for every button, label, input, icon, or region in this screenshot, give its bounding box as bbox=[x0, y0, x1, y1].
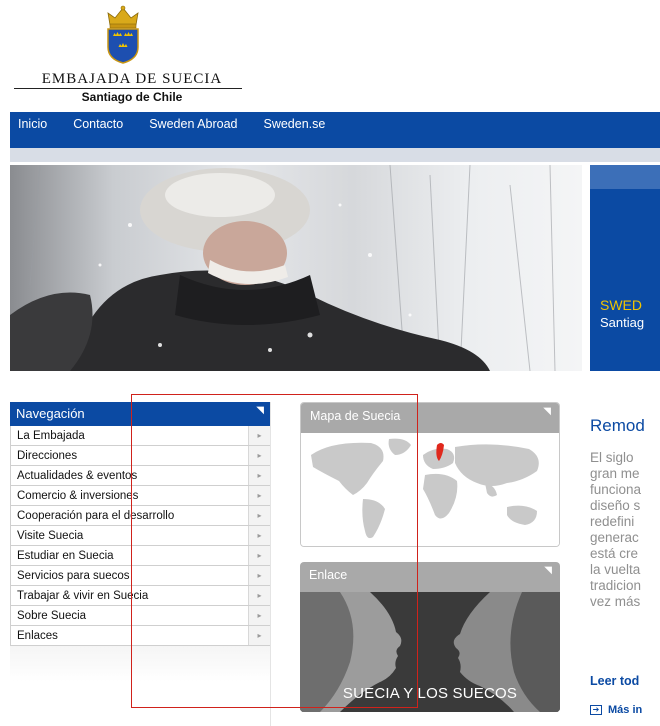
leftnav-item-label: Cooperación para el desarrollo bbox=[17, 509, 175, 522]
article-line: está cre bbox=[590, 546, 639, 561]
logo-divider bbox=[14, 88, 242, 89]
article-line: tradicion bbox=[590, 578, 642, 593]
hero-panel-title: SWED bbox=[600, 297, 642, 313]
article-line: redefini bbox=[590, 514, 635, 529]
article-line: gran me bbox=[590, 466, 640, 481]
logo-title: EMBAJADA DE SUECIA bbox=[41, 71, 223, 87]
chevron-right-icon[interactable]: ▸ bbox=[248, 446, 270, 465]
chevron-right-icon[interactable]: ▸ bbox=[248, 506, 270, 525]
article-line: El siglo bbox=[590, 450, 634, 465]
leftnav-item-cooperacion[interactable]: Cooperación para el desarrollo ▸ bbox=[11, 506, 270, 526]
corner-icon: ◥ bbox=[543, 406, 551, 417]
logo-subtitle: Santiago de Chile bbox=[81, 90, 183, 104]
leftnav-item-label: Visite Suecia bbox=[17, 529, 84, 542]
map-of-sweden-widget[interactable]: Mapa de Suecia ◥ bbox=[300, 402, 560, 547]
leftnav-item-label: Comercio & inversiones bbox=[17, 489, 139, 502]
article-line: vez más bbox=[590, 594, 641, 609]
hero-panel-topbar bbox=[590, 165, 660, 189]
leftnav-item-label: La Embajada bbox=[17, 429, 85, 442]
leftnav-item-direcciones[interactable]: Direcciones ▸ bbox=[11, 446, 270, 466]
embassy-logo[interactable]: EMBAJADA DE SUECIA Santiago de Chile bbox=[10, 5, 242, 105]
topnav-link-contacto[interactable]: Contacto bbox=[65, 117, 123, 131]
link-widget[interactable]: Enlace ◥ SUECIA Y LOS SUECOS bbox=[300, 562, 560, 712]
read-more-link[interactable]: Leer tod bbox=[590, 674, 639, 688]
leftnav-item-label: Enlaces bbox=[17, 629, 58, 642]
leftnav-item-trabajar[interactable]: Trabajar & vivir en Suecia ▸ bbox=[11, 586, 270, 606]
leftnav-item-label: Estudiar en Suecia bbox=[17, 549, 114, 562]
leftnav-item-actualidades[interactable]: Actualidades & eventos ▸ bbox=[11, 466, 270, 486]
leftnav-item-label: Trabajar & vivir en Suecia bbox=[17, 589, 149, 602]
leftnav-item-comercio[interactable]: Comercio & inversiones ▸ bbox=[11, 486, 270, 506]
hero-side-panel: SWED Santiag bbox=[590, 165, 660, 371]
leftnav-item-estudiar[interactable]: Estudiar en Suecia ▸ bbox=[11, 546, 270, 566]
hero-panel-subtitle: Santiag bbox=[600, 315, 645, 330]
topnav-substrip bbox=[10, 148, 660, 162]
external-link-icon: ➔ bbox=[590, 705, 602, 715]
more-info-link[interactable]: ➔ Más in bbox=[590, 704, 642, 716]
world-map-image[interactable] bbox=[301, 433, 559, 546]
left-navigation: Navegación ◥ La Embajada ▸ Direcciones ▸ A… bbox=[10, 402, 270, 682]
swedes-faces-banner[interactable]: SUECIA Y LOS SUECOS bbox=[300, 592, 560, 712]
corner-icon: ◥ bbox=[544, 565, 552, 576]
leftnav-item-servicios[interactable]: Servicios para suecos ▸ bbox=[11, 566, 270, 586]
left-navigation-header: Navegación ◥ bbox=[10, 402, 270, 426]
leftnav-item-enlaces[interactable]: Enlaces ▸ bbox=[11, 626, 270, 646]
more-info-label: Más in bbox=[608, 704, 643, 716]
left-navigation-list: La Embajada ▸ Direcciones ▸ Actualidades &… bbox=[10, 426, 270, 646]
chevron-right-icon[interactable]: ▸ bbox=[248, 546, 270, 565]
topnav-link-inicio[interactable]: Inicio bbox=[10, 117, 47, 131]
link-widget-title: Enlace bbox=[309, 568, 348, 582]
chevron-right-icon[interactable]: ▸ bbox=[248, 586, 270, 605]
map-widget-header: Mapa de Suecia ◥ bbox=[301, 403, 559, 433]
chevron-right-icon[interactable]: ▸ bbox=[248, 526, 270, 545]
article-line: diseño s bbox=[590, 498, 641, 513]
link-banner-caption: SUECIA Y LOS SUECOS bbox=[342, 685, 518, 702]
chevron-right-icon[interactable]: ▸ bbox=[248, 566, 270, 585]
hero-winter-photo bbox=[10, 165, 582, 371]
chevron-right-icon[interactable]: ▸ bbox=[248, 466, 270, 485]
leftnav-item-visite-suecia[interactable]: Visite Suecia ▸ bbox=[11, 526, 270, 546]
article-line: generac bbox=[590, 530, 639, 545]
chevron-right-icon[interactable]: ▸ bbox=[248, 626, 270, 645]
chevron-right-icon[interactable]: ▸ bbox=[248, 606, 270, 625]
top-navigation-bar: Inicio Contacto Sweden Abroad Sweden.se bbox=[10, 112, 660, 162]
left-navigation-title: Navegación bbox=[16, 406, 85, 421]
article-line: funciona bbox=[590, 482, 642, 497]
leftnav-item-label: Actualidades & eventos bbox=[17, 469, 138, 482]
column-divider bbox=[270, 402, 271, 726]
article-body: El siglo gran me funciona diseño s redef… bbox=[590, 450, 660, 610]
crown-coat-of-arms-icon bbox=[102, 5, 144, 65]
leftnav-item-label: Servicios para suecos bbox=[17, 569, 130, 582]
leftnav-item-sobre-suecia[interactable]: Sobre Suecia ▸ bbox=[11, 606, 270, 626]
map-widget-title: Mapa de Suecia bbox=[310, 409, 401, 423]
corner-icon: ◥ bbox=[256, 405, 264, 416]
chevron-right-icon[interactable]: ▸ bbox=[248, 486, 270, 505]
chevron-right-icon[interactable]: ▸ bbox=[248, 426, 270, 445]
leftnav-item-label: Direcciones bbox=[17, 449, 78, 462]
article-line: la vuelta bbox=[590, 562, 641, 577]
leftnav-item-label: Sobre Suecia bbox=[17, 609, 87, 622]
topnav-link-sweden-abroad[interactable]: Sweden Abroad bbox=[141, 117, 237, 131]
article-teaser: Remod El siglo gran me funciona diseño s… bbox=[590, 416, 660, 610]
left-navigation-footer bbox=[10, 646, 270, 682]
topnav-link-sweden-se[interactable]: Sweden.se bbox=[255, 117, 325, 131]
article-title[interactable]: Remod bbox=[590, 416, 660, 436]
link-widget-header: Enlace ◥ bbox=[300, 562, 560, 592]
leftnav-item-la-embajada[interactable]: La Embajada ▸ bbox=[11, 426, 270, 446]
